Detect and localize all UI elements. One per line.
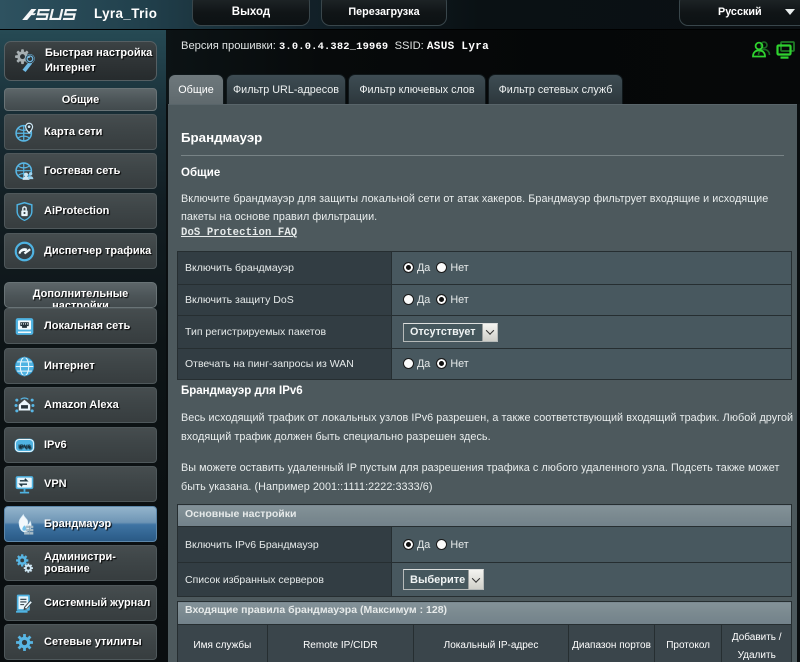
svg-text:IPV6: IPV6 xyxy=(18,444,30,450)
